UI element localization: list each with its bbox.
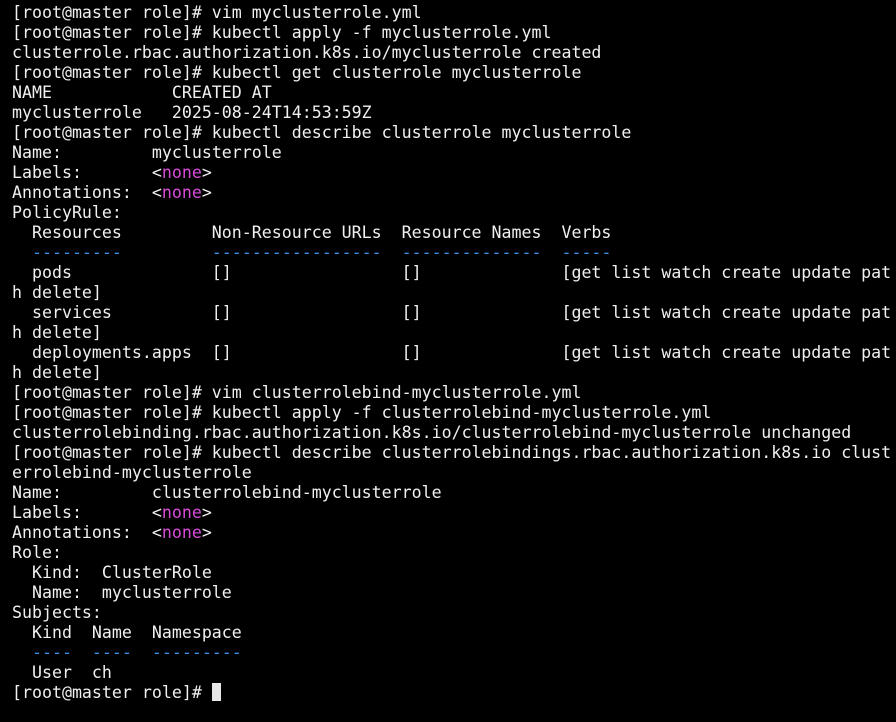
field-label: Labels: (12, 163, 152, 182)
terminal-line: services [] [] [get list watch create up… (12, 303, 896, 323)
terminal-line: Annotations: <none> (12, 183, 896, 203)
terminal-line-text: [root@master role]# kubectl apply -f myc… (12, 23, 552, 42)
field-label: Name: (12, 143, 152, 162)
terminal-line-text: PolicyRule: (12, 203, 122, 222)
terminal-line-text: services [] [] [get list watch create up… (12, 303, 892, 322)
field-label: Labels: (12, 503, 152, 522)
none-value: none (161, 163, 202, 182)
terminal-window[interactable]: [root@master role]# vim myclusterrole.ym… (12, 3, 896, 722)
terminal-line: Annotations: <none> (12, 523, 896, 543)
terminal-line-text: clusterrolebinding.rbac.authorization.k8… (12, 423, 852, 442)
terminal-line-text: [root@master role]# kubectl get clusterr… (12, 63, 582, 82)
none-value: none (161, 503, 202, 522)
terminal-line: [root@master role]# vim myclusterrole.ym… (12, 3, 896, 23)
terminal-line: h delete] (12, 323, 896, 343)
angle-open: < (151, 503, 162, 522)
terminal-line: Role: (12, 543, 896, 563)
terminal-line-text: NAME CREATED AT (12, 83, 272, 102)
terminal-line: deployments.apps [] [] [get list watch c… (12, 343, 896, 363)
angle-close: > (201, 163, 212, 182)
terminal-line-text: [root@master role]# vim myclusterrole.ym… (12, 3, 422, 22)
field-label: Annotations: (12, 183, 152, 202)
angle-close: > (201, 183, 212, 202)
terminal-line: PolicyRule: (12, 203, 896, 223)
angle-open: < (151, 523, 162, 542)
table-separator: ---- ---- --------- (12, 643, 242, 662)
angle-close: > (201, 523, 212, 542)
terminal-line-text: h delete] (12, 363, 102, 382)
terminal-line-text: [root@master role]# kubectl apply -f clu… (12, 403, 712, 422)
field-value: myclusterrole (151, 143, 282, 162)
terminal-line: --------- ----------------- ------------… (12, 243, 896, 263)
terminal-line: Kind: ClusterRole (12, 563, 896, 583)
terminal-line-text: Resources Non-Resource URLs Resource Nam… (12, 223, 612, 242)
terminal-line: Kind Name Namespace (12, 623, 896, 643)
none-value: none (161, 183, 202, 202)
terminal-line: Labels: <none> (12, 163, 896, 183)
terminal-line: [root@master role]# vim clusterrolebind-… (12, 383, 896, 403)
terminal-line-text: [root@master role]# kubectl describe clu… (12, 123, 632, 142)
table-separator: --------- ----------------- ------------… (12, 243, 612, 262)
terminal-line-text: pods [] [] [get list watch create update… (12, 263, 892, 282)
field-label: Annotations: (12, 523, 152, 542)
terminal-line: clusterrolebinding.rbac.authorization.k8… (12, 423, 896, 443)
terminal-line: Resources Non-Resource URLs Resource Nam… (12, 223, 896, 243)
terminal-line: Labels: <none> (12, 503, 896, 523)
terminal-line: [root@master role]# kubectl apply -f clu… (12, 403, 896, 423)
angle-open: < (151, 163, 162, 182)
terminal-line-text: myclusterrole 2025-08-24T14:53:59Z (12, 103, 372, 122)
terminal-line-text: h delete] (12, 283, 102, 302)
none-value: none (161, 523, 202, 542)
terminal-line-text: deployments.apps [] [] [get list watch c… (12, 343, 892, 362)
terminal-line-text: Kind Name Namespace (12, 623, 242, 642)
terminal-line: Subjects: (12, 603, 896, 623)
terminal-line-text: h delete] (12, 323, 102, 342)
terminal-line-text: [root@master role]# kubectl describe clu… (12, 443, 892, 462)
terminal-line: h delete] (12, 283, 896, 303)
terminal-line: pods [] [] [get list watch create update… (12, 263, 896, 283)
terminal-line: myclusterrole 2025-08-24T14:53:59Z (12, 103, 896, 123)
terminal-line-text: Name: clusterrolebind-myclusterrole (12, 483, 442, 502)
terminal-line: clusterrole.rbac.authorization.k8s.io/my… (12, 43, 896, 63)
terminal-line-text: Subjects: (12, 603, 102, 622)
terminal-line: [root@master role]# kubectl apply -f myc… (12, 23, 896, 43)
terminal-line: errolebind-myclusterrole (12, 463, 896, 483)
terminal-line: ---- ---- --------- (12, 643, 896, 663)
terminal-line: [root@master role]# (12, 683, 896, 703)
terminal-line-text: User ch (12, 663, 112, 682)
terminal-line-text: clusterrole.rbac.authorization.k8s.io/my… (12, 43, 602, 62)
terminal-line-text: Kind: ClusterRole (12, 563, 212, 582)
terminal-line-text: Name: myclusterrole (12, 583, 232, 602)
angle-close: > (201, 503, 212, 522)
terminal-line: Name: myclusterrole (12, 583, 896, 603)
terminal-line: Name: myclusterrole (12, 143, 896, 163)
text-cursor[interactable] (211, 683, 221, 701)
terminal-line-text: errolebind-myclusterrole (12, 463, 252, 482)
angle-open: < (151, 183, 162, 202)
terminal-line: Name: clusterrolebind-myclusterrole (12, 483, 896, 503)
terminal-line: [root@master role]# kubectl describe clu… (12, 443, 896, 463)
terminal-line-text: Role: (12, 543, 62, 562)
terminal-line: h delete] (12, 363, 896, 383)
terminal-line-text: [root@master role]# vim clusterrolebind-… (12, 383, 582, 402)
shell-prompt: [root@master role]# (12, 683, 212, 702)
terminal-line: [root@master role]# kubectl describe clu… (12, 123, 896, 143)
terminal-line: User ch (12, 663, 896, 683)
terminal-line: [root@master role]# kubectl get clusterr… (12, 63, 896, 83)
terminal-line: NAME CREATED AT (12, 83, 896, 103)
